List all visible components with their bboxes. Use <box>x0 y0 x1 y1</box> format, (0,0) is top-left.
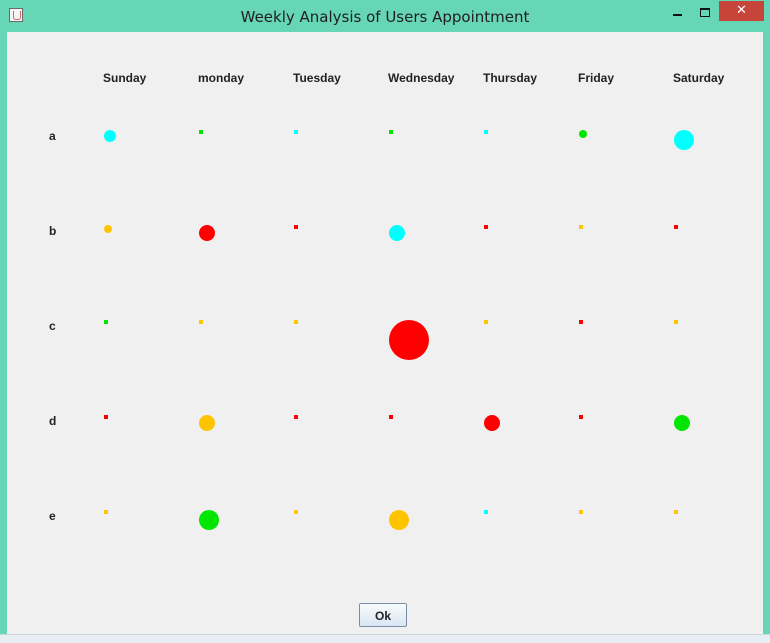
bubble-d-friday <box>579 415 583 419</box>
app-window: Weekly Analysis of Users Appointment ✕ S… <box>0 0 770 643</box>
day-label-friday: Friday <box>578 71 614 85</box>
bubble-e-thursday <box>484 510 488 514</box>
ok-button[interactable]: Ok <box>359 603 407 627</box>
appointment-bubble-chart: Sunday monday Tuesday Wednesday Thursday Frid… <box>49 71 725 530</box>
bubble-a-friday <box>579 130 587 138</box>
bubble-c-saturday <box>674 320 678 324</box>
bubble-a-wednesday <box>389 130 393 134</box>
bubble-e-monday <box>199 510 219 530</box>
bubble-e-wednesday <box>389 510 409 530</box>
day-label-tuesday: Tuesday <box>293 71 341 85</box>
row-label-b: b <box>49 224 56 238</box>
bubble-d-monday <box>199 415 215 431</box>
bubble-e-sunday <box>104 510 108 514</box>
bubble-d-thursday <box>484 415 500 431</box>
bubble-c-monday <box>199 320 203 324</box>
bubble-b-tuesday <box>294 225 298 229</box>
bubble-c-tuesday <box>294 320 298 324</box>
bubble-d-saturday <box>674 415 690 431</box>
bubble-a-tuesday <box>294 130 298 134</box>
row-label-d: d <box>49 414 56 428</box>
bubble-d-sunday <box>104 415 108 419</box>
bubble-b-monday <box>199 225 215 241</box>
bubble-b-sunday <box>104 225 112 233</box>
minimize-button[interactable] <box>666 4 690 24</box>
bubble-b-thursday <box>484 225 488 229</box>
day-label-wednesday: Wednesday <box>388 71 455 85</box>
bubble-a-monday <box>199 130 203 134</box>
day-label-monday: monday <box>198 71 244 85</box>
bubble-b-saturday <box>674 225 678 229</box>
bubble-b-friday <box>579 225 583 229</box>
content-panel: Sunday monday Tuesday Wednesday Thursday Frid… <box>7 32 763 634</box>
bubble-c-friday <box>579 320 583 324</box>
bubble-b-wednesday <box>389 225 405 241</box>
row-label-e: e <box>49 509 56 523</box>
day-label-thursday: Thursday <box>483 71 537 85</box>
bubble-c-thursday <box>484 320 488 324</box>
title-bar[interactable]: Weekly Analysis of Users Appointment ✕ <box>0 0 770 32</box>
row-label-c: c <box>49 319 56 333</box>
bubble-a-saturday <box>674 130 694 150</box>
bubble-a-thursday <box>484 130 488 134</box>
window-title: Weekly Analysis of Users Appointment <box>240 8 530 26</box>
close-button[interactable]: ✕ <box>719 1 764 21</box>
day-label-sunday: Sunday <box>103 71 147 85</box>
row-label-a: a <box>49 129 56 143</box>
bubble-c-wednesday <box>389 320 429 360</box>
bubble-e-saturday <box>674 510 678 514</box>
bubble-e-tuesday <box>294 510 298 514</box>
bubble-c-sunday <box>104 320 108 324</box>
maximize-button[interactable] <box>694 4 716 24</box>
bubble-e-friday <box>579 510 583 514</box>
bubble-d-wednesday <box>389 415 393 419</box>
bubble-a-sunday <box>104 130 116 142</box>
bubble-d-tuesday <box>294 415 298 419</box>
day-label-saturday: Saturday <box>673 71 725 85</box>
